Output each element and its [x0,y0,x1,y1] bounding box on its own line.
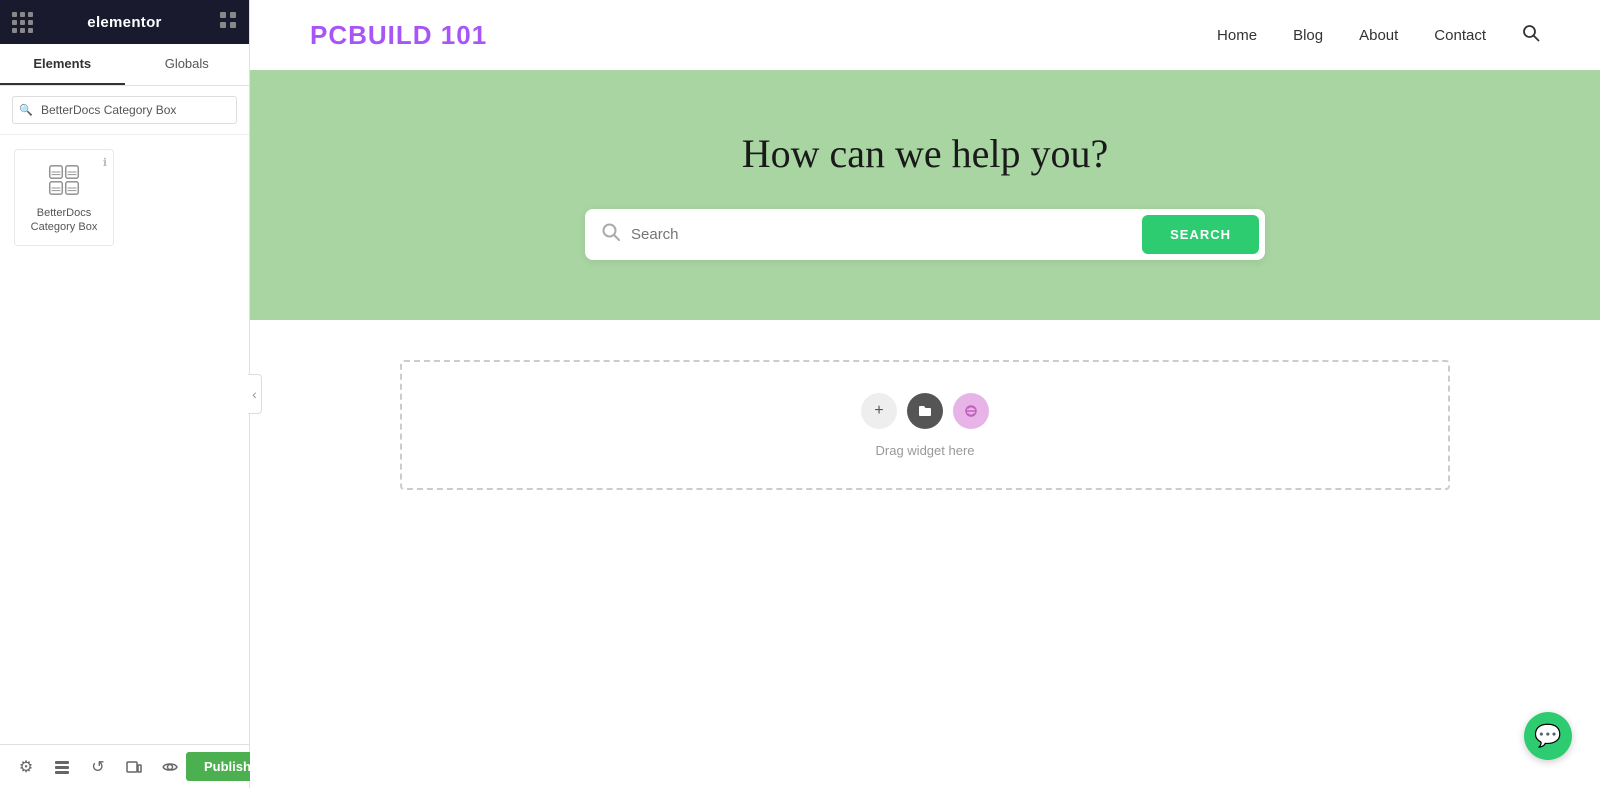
widget-search-input[interactable] [12,96,237,124]
widget-betterdocs-category-box[interactable]: BetterDocs Category Box ℹ [14,149,114,246]
chat-icon: 💬 [1534,723,1561,749]
layout-button[interactable] [953,393,989,429]
nav-links: Home Blog About Contact [1217,24,1540,47]
tab-elements[interactable]: Elements [0,44,125,85]
widget-grid: BetterDocs Category Box ℹ [0,135,249,744]
bottom-toolbar: ⚙ ↺ P [0,744,249,788]
site-nav: PCBUILD 101 Home Blog About Contact [250,0,1600,70]
preview-button[interactable] [154,751,186,783]
nav-about[interactable]: About [1359,27,1398,44]
layers-button[interactable] [46,751,78,783]
tab-globals[interactable]: Globals [125,44,250,85]
hero-search-bar: SEARCH [585,209,1265,260]
nav-home[interactable]: Home [1217,27,1257,44]
widget-category-box-icon [44,160,84,200]
hamburger-icon[interactable] [12,12,30,33]
hero-search-input[interactable] [631,226,1142,243]
chat-button[interactable]: 💬 [1524,712,1572,760]
empty-section-inner: + Drag widge [861,393,989,458]
bottom-tools: ⚙ ↺ [10,751,186,783]
widget-info-icon: ℹ [103,156,107,169]
add-widget-button[interactable]: + [861,393,897,429]
history-button[interactable]: ↺ [82,751,114,783]
nav-contact[interactable]: Contact [1434,27,1486,44]
site-logo: PCBUILD 101 [310,20,487,51]
widget-category-box-label: BetterDocs Category Box [23,206,105,235]
drag-hint: Drag widget here [876,443,975,458]
elementor-header: elementor [0,0,249,44]
template-button[interactable] [907,393,943,429]
widget-search-box [0,86,249,135]
left-panel: elementor Elements Globals [0,0,250,788]
hero-search-button[interactable]: SEARCH [1142,215,1259,254]
widget-action-buttons: + [861,393,989,429]
panel-tabs: Elements Globals [0,44,249,86]
responsive-button[interactable] [118,751,150,783]
main-content: PCBUILD 101 Home Blog About Contact How … [250,0,1600,788]
hero-title: How can we help you? [742,130,1109,177]
grid-icon[interactable] [219,11,237,34]
empty-drop-section: + Drag widge [400,360,1450,490]
nav-search-icon[interactable] [1522,24,1540,47]
website-preview: PCBUILD 101 Home Blog About Contact How … [250,0,1600,788]
nav-blog[interactable]: Blog [1293,27,1323,44]
settings-button[interactable]: ⚙ [10,751,42,783]
hero-section: How can we help you? SEARCH [250,70,1600,320]
search-bar-icon [601,222,621,247]
panel-collapse-handle[interactable] [248,374,262,414]
elementor-logo: elementor [87,14,161,31]
